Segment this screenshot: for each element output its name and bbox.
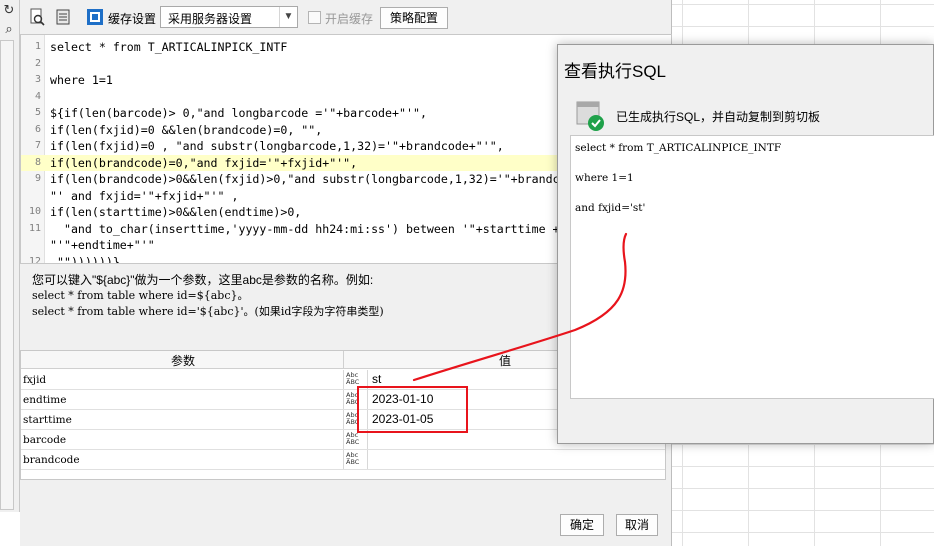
line-number: 7 bbox=[34, 140, 41, 151]
type-glyph-bottom: ABC bbox=[346, 438, 360, 446]
chevron-down-icon[interactable]: ▼ bbox=[279, 7, 297, 27]
enable-cache-checkbox[interactable] bbox=[308, 11, 321, 24]
cache-mode-value: 采用服务器设置 bbox=[168, 12, 253, 26]
code-text: select * from T_ARTICALINPICK_INTF bbox=[50, 40, 288, 54]
code-text: if(len(brandcode)=0,"and fxjid='"+fxjid+… bbox=[50, 155, 358, 170]
line-number: 2 bbox=[34, 57, 41, 69]
code-text: "and to_char(inserttime,'yyyy-mm-dd hh24… bbox=[50, 221, 560, 236]
header-divider bbox=[343, 351, 344, 369]
code-text: if(len(fxjid)=0 &&len(brandcode)=0, "", bbox=[50, 122, 323, 137]
ok-button[interactable]: 确定 bbox=[560, 514, 604, 536]
line-number: 12 bbox=[28, 255, 41, 264]
param-value-header: 值 bbox=[499, 354, 512, 368]
sql-line: where 1=1 bbox=[575, 172, 634, 184]
param-value-input[interactable] bbox=[367, 450, 667, 469]
param-name: fxjid bbox=[23, 374, 47, 386]
sql-line: select * from T_ARTICALINPICE_INTF bbox=[575, 142, 782, 154]
line-number: 3 bbox=[34, 74, 41, 85]
sql-output-textarea[interactable]: select * from T_ARTICALINPICE_INTF where… bbox=[570, 135, 934, 399]
code-text: "' and fxjid='"+fxjid+"'" , bbox=[50, 188, 239, 203]
search-icon[interactable]: ⌕ bbox=[0, 21, 18, 39]
code-text: where 1=1 bbox=[50, 73, 113, 87]
line-number: 11 bbox=[28, 222, 41, 234]
param-name: brandcode bbox=[23, 454, 80, 466]
cache-icon bbox=[87, 9, 103, 25]
line-number: 8 bbox=[34, 156, 41, 168]
refresh-icon[interactable]: ↻ bbox=[0, 2, 18, 20]
line-number: 10 bbox=[28, 206, 41, 217]
line-number: 4 bbox=[34, 90, 41, 102]
type-glyph-bottom: ABC bbox=[346, 378, 360, 386]
success-check-icon bbox=[576, 101, 604, 131]
param-row: brandcode A̲bc ABC bbox=[21, 450, 665, 470]
code-text: if(len(fxjid)=0 , "and substr(longbarcod… bbox=[50, 139, 504, 153]
annotation-highlight-box bbox=[357, 386, 468, 433]
code-text: "'"+endtime+"'" bbox=[50, 238, 155, 252]
line-number: 1 bbox=[34, 41, 41, 52]
cancel-button[interactable]: 取消 bbox=[616, 514, 658, 536]
code-text: ${if(len(barcode)> 0,"and longbarcode ='… bbox=[50, 106, 427, 120]
cache-mode-select[interactable]: 采用服务器设置 ▼ bbox=[160, 6, 298, 28]
line-number: 6 bbox=[34, 123, 41, 135]
type-glyph-bottom: ABC bbox=[346, 458, 360, 466]
database-icon[interactable] bbox=[54, 8, 72, 26]
toolbar: 缓存设置 采用服务器设置 ▼ 开启缓存 策略配置 bbox=[20, 4, 672, 30]
code-text: ,""))))))} bbox=[50, 254, 120, 264]
cache-settings-label: 缓存设置 bbox=[108, 12, 157, 26]
line-number: 9 bbox=[34, 173, 41, 184]
dialog-title: 查看执行SQL bbox=[564, 62, 667, 81]
view-sql-dialog: 查看执行SQL 已生成执行SQL，并自动复制到剪切板 select * from… bbox=[557, 44, 934, 444]
line-number: 5 bbox=[34, 107, 41, 118]
param-name-header: 参数 bbox=[171, 354, 196, 368]
param-name: endtime bbox=[23, 394, 67, 406]
left-tree-panel bbox=[0, 40, 14, 510]
enable-cache-label: 开启缓存 bbox=[325, 12, 374, 26]
text-type-icon[interactable]: A̲bc ABC bbox=[343, 450, 367, 469]
strategy-config-button[interactable]: 策略配置 bbox=[380, 7, 448, 29]
sql-line: and fxjid='st' bbox=[575, 202, 646, 214]
code-text: if(len(starttime)>0&&len(endtime)>0, bbox=[50, 205, 302, 219]
dialog-message: 已生成执行SQL，并自动复制到剪切板 bbox=[616, 110, 821, 124]
preview-icon[interactable] bbox=[28, 8, 46, 26]
code-text: if(len(brandcode)>0&&len(fxjid)>0,"and s… bbox=[50, 172, 588, 186]
param-name: barcode bbox=[23, 434, 67, 446]
left-side-panel: ↻ ⌕ bbox=[0, 0, 20, 512]
param-name: starttime bbox=[23, 414, 72, 426]
dialog-message-area: 已生成执行SQL，并自动复制到剪切板 bbox=[558, 89, 933, 135]
